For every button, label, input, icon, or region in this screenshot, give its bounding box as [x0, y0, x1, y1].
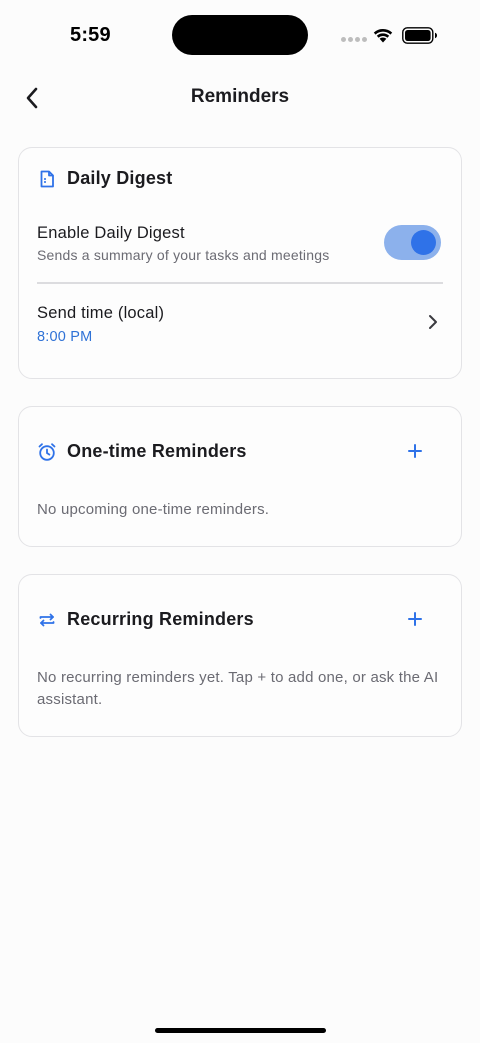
- nav-bar: Reminders: [0, 76, 480, 120]
- enable-digest-toggle[interactable]: [384, 225, 441, 260]
- enable-digest-description: Sends a summary of your tasks and meetin…: [37, 247, 330, 263]
- battery-icon: [402, 27, 437, 44]
- add-recurring-reminder-button[interactable]: [403, 607, 427, 631]
- recurring-empty-text: No recurring reminders yet. Tap + to add…: [37, 669, 439, 708]
- recurring-header: Recurring Reminders: [37, 609, 254, 630]
- one-time-reminders-card: One-time Reminders No upcoming one-time …: [18, 406, 462, 547]
- one-time-title: One-time Reminders: [67, 441, 247, 461]
- status-time: 5:59: [70, 24, 111, 46]
- cellular-signal-icon: [341, 37, 367, 42]
- daily-digest-card: Daily Digest Enable Daily Digest Sends a…: [18, 147, 462, 379]
- send-time-row[interactable]: Send time (local) 8:00 PM: [19, 284, 461, 364]
- recurring-reminders-card: Recurring Reminders No recurring reminde…: [18, 574, 462, 737]
- status-bar: 5:59: [0, 0, 480, 70]
- wifi-icon: [373, 28, 393, 43]
- repeat-icon: [37, 610, 57, 630]
- add-one-time-reminder-button[interactable]: [403, 439, 427, 463]
- daily-digest-header: Daily Digest: [37, 168, 172, 189]
- send-time-value: 8:00 PM: [37, 329, 93, 345]
- document-icon: [37, 169, 57, 189]
- plus-icon: [408, 612, 422, 626]
- one-time-header: One-time Reminders: [37, 441, 247, 462]
- daily-digest-title: Daily Digest: [67, 168, 173, 188]
- chevron-right-icon: [429, 315, 437, 329]
- page-title: Reminders: [190, 86, 290, 107]
- enable-digest-label: Enable Daily Digest: [37, 224, 185, 242]
- send-time-label: Send time (local): [37, 304, 165, 322]
- toggle-knob: [411, 230, 436, 255]
- enable-digest-row: Enable Daily Digest Sends a summary of y…: [37, 224, 329, 263]
- one-time-empty-text: No upcoming one-time reminders.: [37, 501, 270, 518]
- home-indicator: [155, 1028, 326, 1033]
- alarm-clock-icon: [37, 442, 57, 462]
- dynamic-island: [172, 15, 308, 55]
- recurring-title: Recurring Reminders: [67, 609, 254, 629]
- plus-icon: [408, 444, 422, 458]
